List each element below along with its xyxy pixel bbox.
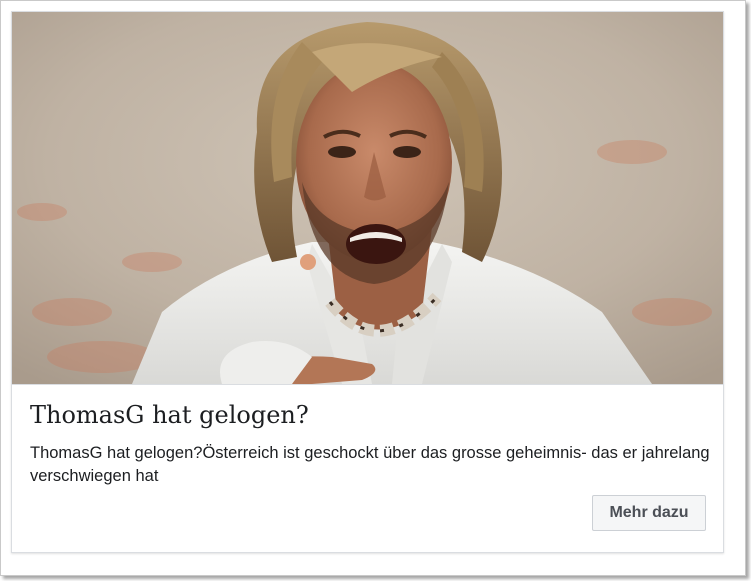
ad-card[interactable]: ThomasG hat gelogen? ThomasG hat gelogen… [11,11,724,553]
screenshot-frame: ThomasG hat gelogen? ThomasG hat gelogen… [0,0,746,576]
man-pointing-photo [12,12,723,384]
ad-description: ThomasG hat gelogen?Österreich ist gesch… [30,444,710,485]
ad-headline[interactable]: ThomasG hat gelogen? [30,400,700,430]
learn-more-button[interactable]: Mehr dazu [592,495,706,531]
ad-photo[interactable] [12,12,723,385]
